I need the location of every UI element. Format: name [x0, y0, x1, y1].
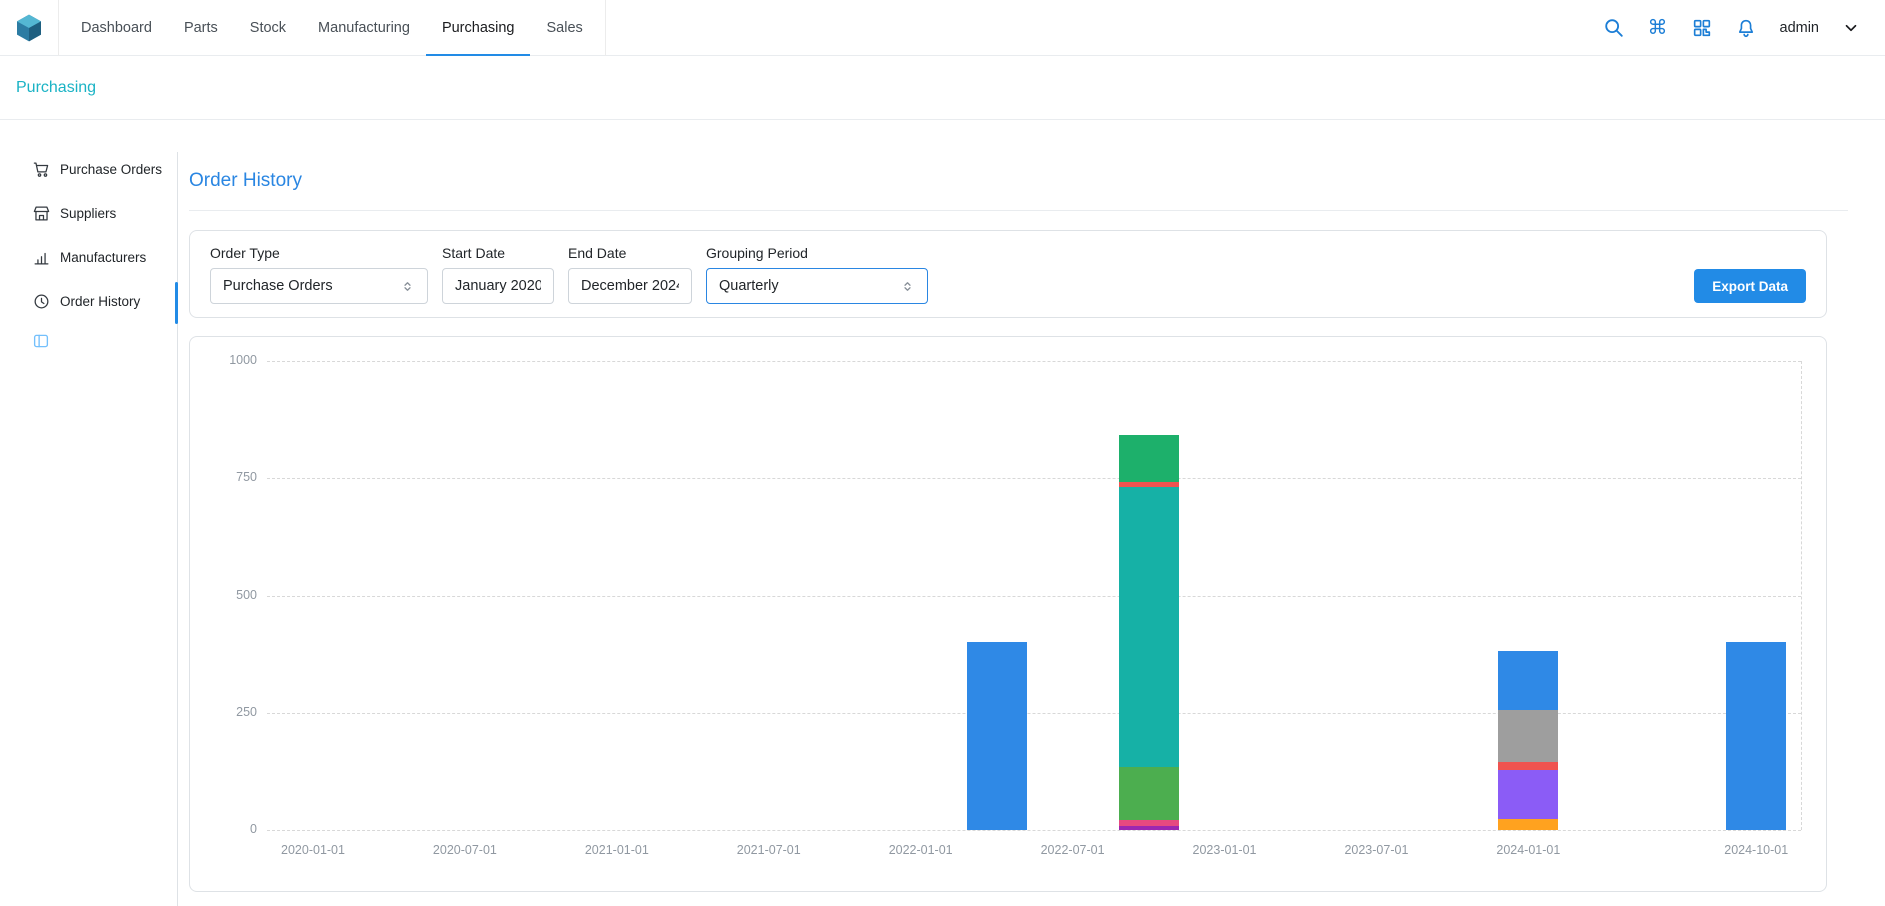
- end-date-label: End Date: [568, 245, 692, 261]
- x-axis-tick-label: 2023-07-01: [1316, 843, 1436, 857]
- y-axis-tick-label: 500: [190, 588, 257, 602]
- sidebar-item-manufacturers[interactable]: Manufacturers: [32, 235, 175, 279]
- tab-parts[interactable]: Parts: [168, 0, 234, 56]
- x-axis-tick-label: 2021-01-01: [557, 843, 677, 857]
- export-data-button[interactable]: Export Data: [1694, 269, 1806, 303]
- main-tabs: Dashboard Parts Stock Manufacturing Purc…: [58, 0, 606, 56]
- bar-segment-blue[interactable]: [1498, 651, 1558, 711]
- plot-right-border: [1801, 361, 1802, 830]
- x-axis-tick-label: 2024-10-01: [1696, 843, 1816, 857]
- end-date-field: End Date: [568, 245, 692, 304]
- sidebar-item-label: Suppliers: [60, 206, 116, 221]
- sidebar-collapse-button[interactable]: [32, 332, 50, 350]
- order-type-select[interactable]: Purchase Orders: [210, 268, 428, 304]
- app-logo[interactable]: [0, 12, 58, 44]
- bar-segment-green[interactable]: [1119, 767, 1179, 820]
- username-label[interactable]: admin: [1780, 20, 1820, 36]
- start-date-field: Start Date: [442, 245, 554, 304]
- grouping-period-value: Quarterly: [719, 278, 779, 294]
- x-axis-tick-label: 2022-07-01: [1013, 843, 1133, 857]
- sidebar-item-order-history[interactable]: Order History: [32, 279, 175, 323]
- qr-scan-icon[interactable]: [1690, 16, 1714, 40]
- notifications-bell-icon[interactable]: [1734, 16, 1758, 40]
- breadcrumb-bar: Purchasing: [0, 57, 1885, 120]
- gridline: [267, 478, 1801, 479]
- end-date-input[interactable]: [568, 268, 692, 304]
- y-axis-tick-label: 750: [190, 470, 257, 484]
- command-palette-icon[interactable]: ⌘: [1646, 16, 1670, 40]
- bar-segment-violet[interactable]: [1498, 770, 1558, 819]
- tab-purchasing[interactable]: Purchasing: [426, 0, 531, 56]
- order-history-chart-card: 0 250 500 750 1000 2020-01-01 2020-07-01 2021-0…: [189, 336, 1827, 892]
- x-axis-tick-label: 2022-01-01: [861, 843, 981, 857]
- gridline: [267, 713, 1801, 714]
- top-navbar: Dashboard Parts Stock Manufacturing Purc…: [0, 0, 1885, 56]
- purchasing-sidebar: Purchase Orders Suppliers Manufacturers …: [32, 147, 175, 323]
- order-type-value: Purchase Orders: [223, 278, 333, 294]
- bar-segment-pink[interactable]: [1119, 820, 1179, 827]
- cart-icon: [32, 160, 51, 179]
- start-date-input[interactable]: [442, 268, 554, 304]
- x-axis-tick-label: 2023-01-01: [1165, 843, 1285, 857]
- breadcrumb-purchasing[interactable]: Purchasing: [16, 79, 96, 97]
- y-axis-tick-label: 250: [190, 705, 257, 719]
- bar-segment-red[interactable]: [1119, 482, 1179, 487]
- search-icon[interactable]: [1602, 16, 1626, 40]
- order-history-chart: 0 250 500 750 1000 2020-01-01 2020-07-01 2021-0…: [190, 337, 1826, 891]
- title-divider: [189, 210, 1848, 211]
- logo-cube-icon: [13, 12, 45, 44]
- bar-segment-teal[interactable]: [1119, 487, 1179, 767]
- x-axis-tick-label: 2021-07-01: [709, 843, 829, 857]
- navbar-actions: ⌘ admin: [1602, 16, 1885, 40]
- sidebar-divider: [177, 152, 178, 906]
- sidebar-item-label: Manufacturers: [60, 250, 146, 265]
- gridline: [267, 830, 1801, 831]
- order-type-field: Order Type Purchase Orders: [210, 245, 428, 304]
- page-title: Order History: [189, 170, 1848, 192]
- sidebar-item-suppliers[interactable]: Suppliers: [32, 191, 175, 235]
- select-chevrons-icon: [400, 279, 415, 294]
- user-menu-chevron-icon[interactable]: [1839, 16, 1863, 40]
- start-date-label: Start Date: [442, 245, 554, 261]
- grouping-period-field: Grouping Period Quarterly: [706, 245, 928, 304]
- x-axis-tick-label: 2024-01-01: [1468, 843, 1588, 857]
- sidebar-item-label: Purchase Orders: [60, 162, 162, 177]
- bar-segment-purple[interactable]: [1119, 826, 1179, 830]
- tab-sales[interactable]: Sales: [530, 0, 598, 56]
- select-chevrons-icon: [900, 279, 915, 294]
- bar-segment-red[interactable]: [1498, 762, 1558, 770]
- chart-icon: [32, 248, 51, 267]
- order-history-panel: Order History Order Type Purchase Orders…: [189, 160, 1848, 892]
- sidebar-active-indicator: [175, 282, 178, 324]
- sidebar-item-purchase-orders[interactable]: Purchase Orders: [32, 147, 175, 191]
- filters-card: Order Type Purchase Orders Start Date En…: [189, 230, 1827, 318]
- y-axis-tick-label: 1000: [190, 353, 257, 367]
- order-type-label: Order Type: [210, 245, 428, 261]
- y-axis-tick-label: 0: [190, 822, 257, 836]
- storefront-icon: [32, 204, 51, 223]
- bar-segment-green-2[interactable]: [1119, 435, 1179, 482]
- x-axis-tick-label: 2020-01-01: [253, 843, 373, 857]
- bar-segment-gray[interactable]: [1498, 710, 1558, 762]
- tab-dashboard[interactable]: Dashboard: [65, 0, 168, 56]
- x-axis-tick-label: 2020-07-01: [405, 843, 525, 857]
- tab-manufacturing[interactable]: Manufacturing: [302, 0, 426, 56]
- sidebar-item-label: Order History: [60, 294, 140, 309]
- tab-stock[interactable]: Stock: [234, 0, 302, 56]
- sidebar-toggle-icon: [32, 332, 50, 350]
- gridline: [267, 361, 1801, 362]
- gridline: [267, 596, 1801, 597]
- bar-segment-blue[interactable]: [1726, 642, 1786, 830]
- grouping-period-select[interactable]: Quarterly: [706, 268, 928, 304]
- grouping-period-label: Grouping Period: [706, 245, 928, 261]
- bar-segment-blue[interactable]: [967, 642, 1027, 830]
- history-icon: [32, 292, 51, 311]
- bar-segment-orange[interactable]: [1498, 819, 1558, 830]
